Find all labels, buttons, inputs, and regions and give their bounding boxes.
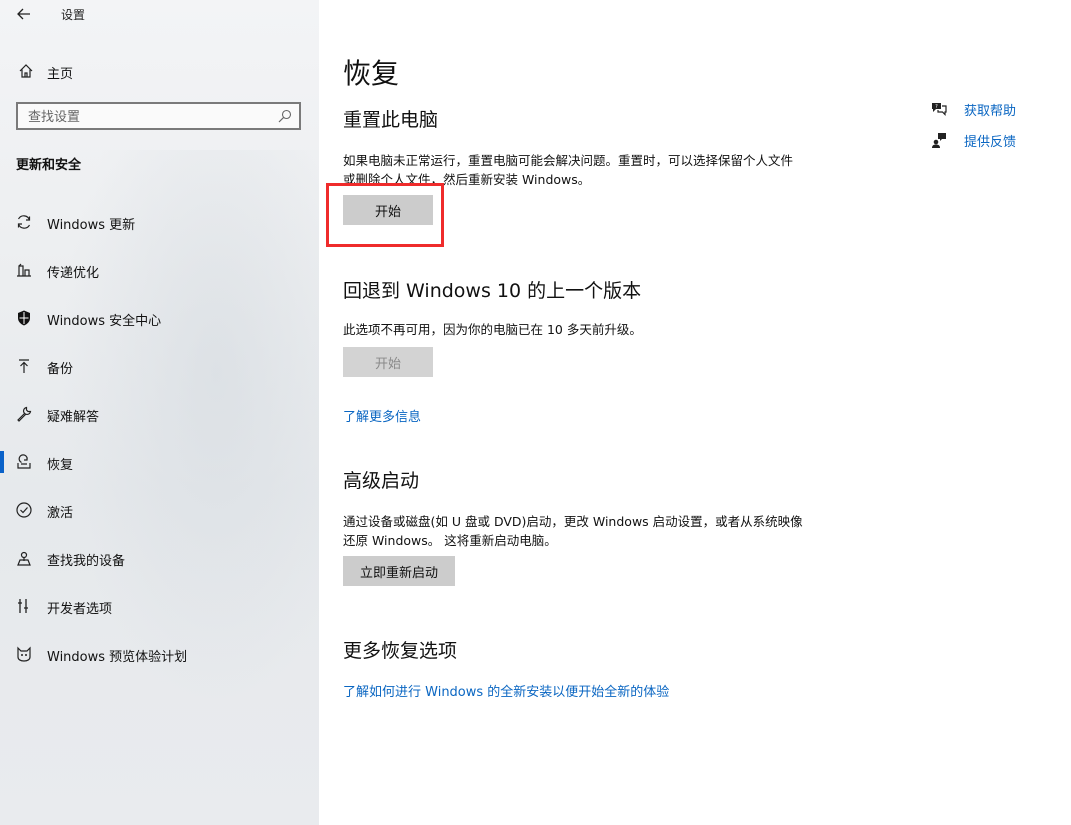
- check-circle-icon: [16, 502, 32, 518]
- svg-text:?: ?: [935, 104, 938, 110]
- home-icon: [19, 64, 33, 78]
- get-help-label: 获取帮助: [964, 104, 1017, 119]
- title-bar: 设置: [0, 0, 319, 30]
- search-icon[interactable]: [277, 108, 293, 124]
- reset-start-button[interactable]: 开始: [343, 195, 433, 225]
- sidebar-item-label: Windows 更新: [47, 218, 136, 233]
- rollback-heading: 回退到 Windows 10 的上一个版本: [343, 280, 642, 302]
- sidebar-item-activation[interactable]: 激活: [0, 486, 319, 534]
- sidebar-item-label: 开发者选项: [47, 602, 113, 617]
- back-button[interactable]: [10, 2, 38, 26]
- advanced-startup-heading: 高级启动: [343, 470, 420, 492]
- section-title: 更新和安全: [16, 158, 82, 173]
- page-title: 恢复: [343, 57, 400, 90]
- feedback-link[interactable]: 提供反馈: [930, 130, 1050, 150]
- sidebar-item-label: 备份: [47, 362, 74, 377]
- sidebar-item-troubleshoot[interactable]: 疑难解答: [0, 390, 319, 438]
- home-nav-item[interactable]: 主页: [0, 54, 319, 88]
- get-help-link[interactable]: ? 获取帮助: [930, 99, 1050, 119]
- sidebar: 设置 主页 更新和安全 Windows 更新 传递优化: [0, 0, 319, 825]
- sidebar-item-label: 查找我的设备: [47, 554, 126, 569]
- restart-now-button[interactable]: 立即重新启动: [343, 556, 455, 586]
- delivery-optimization-icon: [17, 263, 31, 277]
- learn-more-link[interactable]: 了解更多信息: [343, 406, 421, 425]
- reset-heading: 重置此电脑: [343, 109, 439, 131]
- sidebar-item-label: 恢复: [47, 458, 74, 473]
- sidebar-item-windows-update[interactable]: Windows 更新: [0, 198, 319, 246]
- back-arrow-icon: [17, 8, 30, 20]
- sidebar-item-insider-program[interactable]: Windows 预览体验计划: [0, 630, 319, 678]
- sidebar-item-backup[interactable]: 备份: [0, 342, 319, 390]
- sidebar-item-find-my-device[interactable]: 查找我的设备: [0, 534, 319, 582]
- sidebar-item-security-center[interactable]: Windows 安全中心: [0, 294, 319, 342]
- main-content: 恢复 重置此电脑 如果电脑未正常运行，重置电脑可能会解决问题。重置时，可以选择保…: [319, 0, 1071, 825]
- feedback-label: 提供反馈: [964, 135, 1017, 150]
- home-label: 主页: [47, 67, 74, 82]
- selection-indicator: [0, 451, 4, 473]
- rollback-start-button[interactable]: 开始: [343, 347, 433, 377]
- recovery-icon: [17, 454, 31, 469]
- sidebar-item-recovery[interactable]: 恢复: [0, 438, 319, 486]
- sidebar-item-label: 疑难解答: [47, 410, 100, 425]
- backup-arrow-icon: [19, 359, 29, 373]
- find-device-icon: [17, 551, 31, 566]
- rollback-description: 此选项不再可用，因为你的电脑已在 10 多天前升级。: [343, 322, 642, 337]
- feedback-icon: [932, 133, 946, 148]
- shield-icon: [18, 310, 30, 326]
- sidebar-item-label: 激活: [47, 506, 74, 521]
- refresh-icon: [17, 215, 31, 229]
- insider-cat-icon: [17, 646, 31, 662]
- clean-install-link[interactable]: 了解如何进行 Windows 的全新安装以便开始全新的体验: [343, 681, 669, 700]
- app-title: 设置: [61, 8, 86, 22]
- search-box[interactable]: [16, 102, 301, 130]
- sidebar-item-label: Windows 预览体验计划: [47, 650, 188, 665]
- sidebar-item-label: 传递优化: [47, 266, 100, 281]
- advanced-startup-description: 通过设备或磁盘(如 U 盘或 DVD)启动，更改 Windows 启动设置，或者…: [343, 514, 803, 548]
- developer-tools-icon: [18, 599, 28, 613]
- sidebar-item-delivery-optimization[interactable]: 传递优化: [0, 246, 319, 294]
- help-chat-icon: ?: [932, 103, 947, 116]
- search-input[interactable]: [26, 107, 270, 127]
- wrench-icon: [17, 406, 32, 422]
- sidebar-item-developer-options[interactable]: 开发者选项: [0, 582, 319, 630]
- more-recovery-heading: 更多恢复选项: [343, 640, 458, 662]
- sidebar-nav: Windows 更新 传递优化 Windows 安全中心 备份 疑难解答 恢复 …: [0, 198, 319, 678]
- sidebar-item-label: Windows 安全中心: [47, 314, 162, 329]
